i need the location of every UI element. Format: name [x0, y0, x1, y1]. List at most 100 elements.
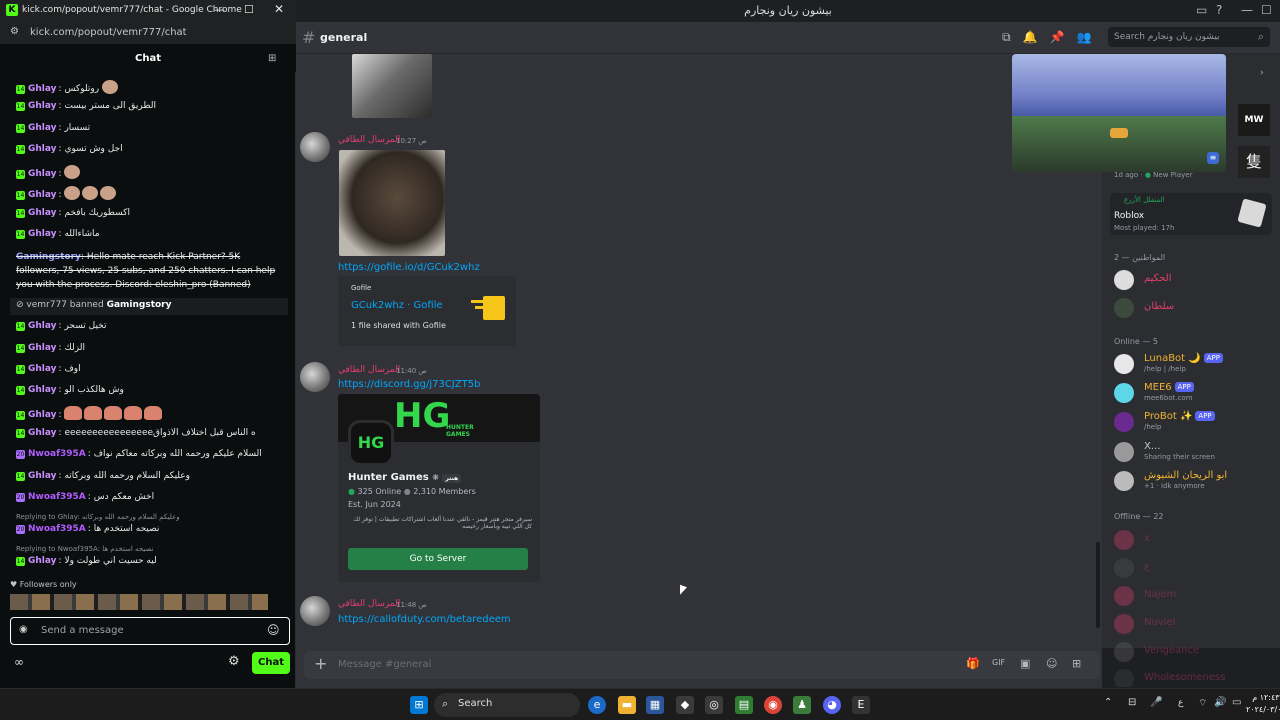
emote-bar[interactable] [10, 594, 268, 610]
popout-icon[interactable]: ≡ [1207, 152, 1219, 164]
embed-title[interactable]: GCuk2whz · Gofile [351, 300, 443, 311]
gift-icon[interactable]: 🎁 [966, 657, 980, 670]
clock-time: ١٢:٤٣ م [1252, 693, 1280, 702]
member-item[interactable]: ابو الريحان الشبوش +1 · idk anymore [1114, 469, 1274, 495]
chat-message: 14 Ghlay: روتلوكس [16, 80, 288, 94]
emoji-icon[interactable]: ☺ [1046, 657, 1057, 670]
excel-icon[interactable]: ▤ [735, 696, 753, 714]
infinity-icon[interactable]: ∞ [14, 655, 24, 669]
activity-user: المتفلل الأزرع [1124, 196, 1165, 204]
battery-icon[interactable]: ▭ [1232, 697, 1241, 708]
epic-games-icon[interactable]: E [852, 696, 870, 714]
tray-icon[interactable]: ⊟ [1128, 697, 1136, 708]
minimize-window-icon[interactable]: — [214, 3, 225, 16]
message-link[interactable]: https://callofduty.com/betaredeem [338, 614, 511, 625]
store-icon[interactable]: ▦ [646, 696, 664, 714]
obs-icon[interactable]: ◎ [705, 696, 723, 714]
gif-icon[interactable]: GIF [992, 658, 1005, 667]
message-scrollbar[interactable] [1096, 542, 1100, 628]
taskbar-search[interactable]: ⌕ Search [434, 693, 580, 717]
avatar [1114, 383, 1134, 403]
hunter-games-banner-logo: HG [394, 396, 451, 436]
chrome-icon[interactable]: ◉ [764, 696, 782, 714]
gift-icon[interactable]: ⊞ [268, 53, 276, 64]
reply-reference[interactable]: Replying to Ghlay: وعليكم السلام ورحمه ا… [16, 513, 288, 521]
pin-icon[interactable]: 📌 [1050, 30, 1077, 44]
member-item[interactable]: x [1114, 528, 1274, 554]
member-item[interactable]: سلطان [1114, 296, 1274, 322]
volume-icon[interactable]: 🔊 [1214, 697, 1226, 708]
member-item[interactable]: MEE6 APP mee6bot.com [1114, 381, 1274, 407]
avatar[interactable] [300, 132, 330, 162]
close-window-icon[interactable]: ✕ [274, 2, 284, 16]
attached-image[interactable] [352, 54, 432, 118]
file-explorer-icon[interactable]: ▬ [618, 696, 636, 714]
maximize-window-icon[interactable]: ☐ [1261, 3, 1272, 17]
search-input[interactable]: Search بيشون ريان ونجارم ⌕ [1108, 27, 1270, 47]
chat-message-input[interactable]: ◉ Send a message ☺ [10, 617, 290, 645]
microphone-icon[interactable]: 🎤 [1150, 697, 1162, 708]
chevron-right-icon[interactable]: › [1260, 68, 1264, 78]
add-attachment-icon[interactable]: + [314, 654, 327, 673]
member-name: LunaBot 🌙 APP [1144, 353, 1223, 364]
emote-icon [101, 80, 118, 94]
message-list[interactable]: المرسال الطافي 10:27 ص https://gofile.io… [296, 54, 1102, 648]
chat-message: 14 Ghlay: اكسطوريك بافخم [16, 208, 130, 218]
go-to-server-button[interactable]: Go to Server [348, 548, 528, 570]
message-author[interactable]: المرسال الطافي [338, 365, 400, 375]
member-item[interactable]: LunaBot 🌙 APP /help | /help [1114, 352, 1274, 378]
message-link[interactable]: https://discord.gg/j73CJZT5b [338, 379, 480, 390]
address-bar[interactable]: ⚙ kick.com/popout/vemr777/chat [0, 22, 296, 44]
message-author[interactable]: المرسال الطافي [338, 599, 400, 609]
chevron-up-icon[interactable]: ⌃ [1104, 697, 1112, 708]
screen-share-preview[interactable]: ≡ [1012, 54, 1226, 172]
settings-icon[interactable]: ⚙ [228, 654, 240, 669]
member-item[interactable]: Najem [1114, 584, 1274, 610]
activity-played: Most played: 17h [1114, 224, 1175, 232]
inbox-icon[interactable]: ▭ [1196, 3, 1207, 17]
minimize-window-icon[interactable]: — [1241, 3, 1253, 17]
emote-picker-icon[interactable]: ◉ [19, 624, 28, 635]
send-chat-button[interactable]: Chat [252, 652, 290, 674]
language-indicator[interactable]: ع [1178, 698, 1183, 708]
member-item[interactable]: Wholesomeness [1114, 667, 1274, 687]
chat-title: Chat [135, 53, 161, 64]
avatar[interactable] [300, 596, 330, 626]
help-icon[interactable]: ? [1216, 3, 1222, 17]
message-author[interactable]: المرسال الطافي [338, 135, 400, 145]
site-info-icon[interactable]: ⚙ [10, 26, 19, 37]
member-item[interactable]: الحكيم [1114, 268, 1274, 294]
emoji-icon[interactable]: ☺ [267, 623, 280, 637]
sticker-icon[interactable]: ▣ [1020, 657, 1030, 670]
apps-icon[interactable]: ⊞ [1072, 657, 1081, 670]
channel-header: # general ⧉🔔📌👥 Search بيشون ريان ونجارم … [296, 22, 1280, 54]
message-link[interactable]: https://gofile.io/d/GCuk2whz [338, 262, 480, 273]
avatar[interactable] [300, 362, 330, 392]
embed-description: 1 file shared with Gofile [351, 321, 446, 330]
threads-icon[interactable]: ⧉ [1002, 30, 1023, 44]
message-input[interactable]: + Message #general 🎁 GIF ▣ ☺ ⊞ [304, 651, 1100, 679]
search-icon: ⌕ [1257, 30, 1264, 43]
kick-chat-window: K kick.com/popout/vemr777/chat - Google … [0, 0, 296, 688]
app-icon[interactable]: ◆ [676, 696, 694, 714]
member-item[interactable]: ProBot ✨ APP /help [1114, 410, 1274, 436]
member-item[interactable]: Vengeance [1114, 640, 1274, 666]
windows-start-icon[interactable]: ⊞ [410, 696, 428, 714]
avatar [1114, 412, 1134, 432]
member-list-icon[interactable]: 👥 [1076, 30, 1103, 44]
attached-image[interactable] [339, 150, 445, 256]
game-icon[interactable]: ♟ [793, 696, 811, 714]
member-item[interactable]: Nuviel [1114, 612, 1274, 638]
member-item[interactable]: X... Sharing their screen [1114, 440, 1274, 466]
maximize-window-icon[interactable]: ☐ [244, 3, 254, 16]
discord-icon[interactable]: ◕ [823, 696, 841, 714]
member-item[interactable]: ع [1114, 556, 1274, 582]
activity-card[interactable]: المتفلل الأزرع Roblox Most played: 17h [1110, 193, 1272, 235]
clock[interactable]: ١٢:٤٣ م ٢٠٢٤/٠٣/٠٧ [1246, 692, 1280, 716]
banner-text: HUNTER GAMES [446, 424, 474, 438]
avatar [1114, 642, 1134, 662]
reply-reference[interactable]: Replying to Nwoaf395A: نصيحه استخدم ها [16, 545, 288, 553]
edge-icon[interactable]: e [588, 696, 606, 714]
bell-icon[interactable]: 🔔 [1023, 30, 1050, 44]
wifi-icon[interactable]: ⌔ [1198, 697, 1207, 710]
